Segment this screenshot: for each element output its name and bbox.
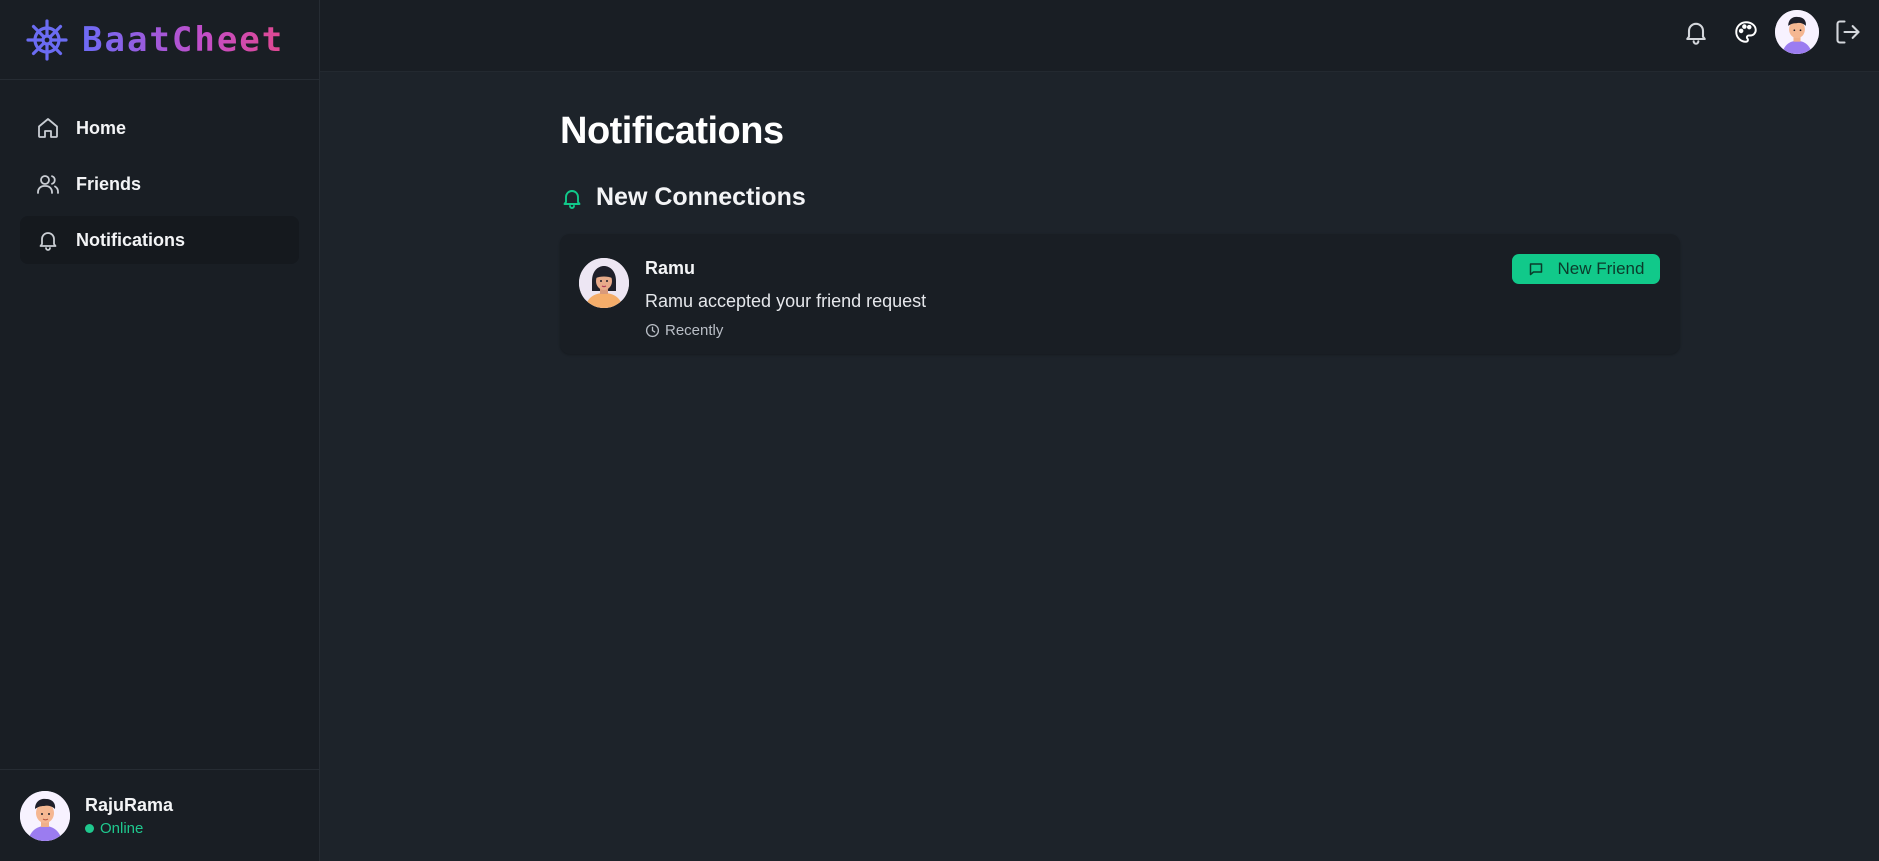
sidebar-nav: Home Friends Notifications (0, 80, 319, 264)
user-status: Online (85, 820, 173, 837)
notification-time: Recently (645, 322, 926, 339)
section-title: New Connections (596, 183, 806, 211)
user-name: RajuRama (85, 794, 174, 815)
logout-icon (1836, 20, 1860, 44)
app-name: BaatCheet (82, 19, 285, 60)
sidebar: BaatCheet Home Friends Notifications Raj… (0, 0, 320, 861)
sidebar-item-label: Notifications (76, 229, 186, 250)
clock-icon (645, 323, 660, 338)
status-label: Online (100, 819, 144, 837)
badge-label: New Friend (1557, 259, 1645, 278)
sidebar-item-label: Home (76, 117, 127, 138)
topbar (320, 0, 1879, 72)
message-square-icon (1528, 261, 1544, 277)
logout-button[interactable] (1827, 11, 1869, 53)
brand[interactable]: BaatCheet (0, 0, 319, 80)
palette-icon (1735, 21, 1757, 43)
notification-message: Ramu accepted your friend request (645, 291, 927, 311)
section-header: New Connections (560, 183, 1680, 212)
profile-avatar[interactable] (1775, 10, 1819, 54)
online-dot-icon (85, 823, 94, 833)
notification-card[interactable]: Ramu Ramu accepted your friend request R… (560, 234, 1680, 354)
card-body: Ramu Ramu accepted your friend request R… (645, 258, 926, 339)
users-icon (36, 172, 60, 196)
current-user[interactable]: RajuRama Online (0, 769, 320, 861)
sidebar-item-notifications[interactable]: Notifications (20, 216, 299, 264)
bell-icon (36, 228, 60, 252)
new-friend-badge: New Friend (1512, 254, 1660, 284)
sidebar-item-home[interactable]: Home (20, 104, 299, 152)
user-meta: RajuRama Online (85, 795, 173, 837)
avatar (579, 258, 629, 308)
sidebar-item-friends[interactable]: Friends (20, 160, 299, 208)
notifications-button[interactable] (1675, 11, 1717, 53)
avatar (20, 790, 70, 841)
notification-sender: Ramu (645, 258, 696, 278)
main-content: Notifications New Connections Ramu Ramu … (560, 110, 1680, 354)
top-actions (1667, 10, 1869, 54)
ship-wheel-icon (26, 18, 68, 61)
sidebar-item-label: Friends (76, 173, 142, 194)
bell-icon (1686, 22, 1706, 45)
bell-icon (560, 186, 584, 210)
theme-button[interactable] (1725, 11, 1767, 53)
page-title: Notifications (560, 110, 784, 152)
home-icon (36, 116, 60, 140)
time-label: Recently (665, 322, 724, 339)
